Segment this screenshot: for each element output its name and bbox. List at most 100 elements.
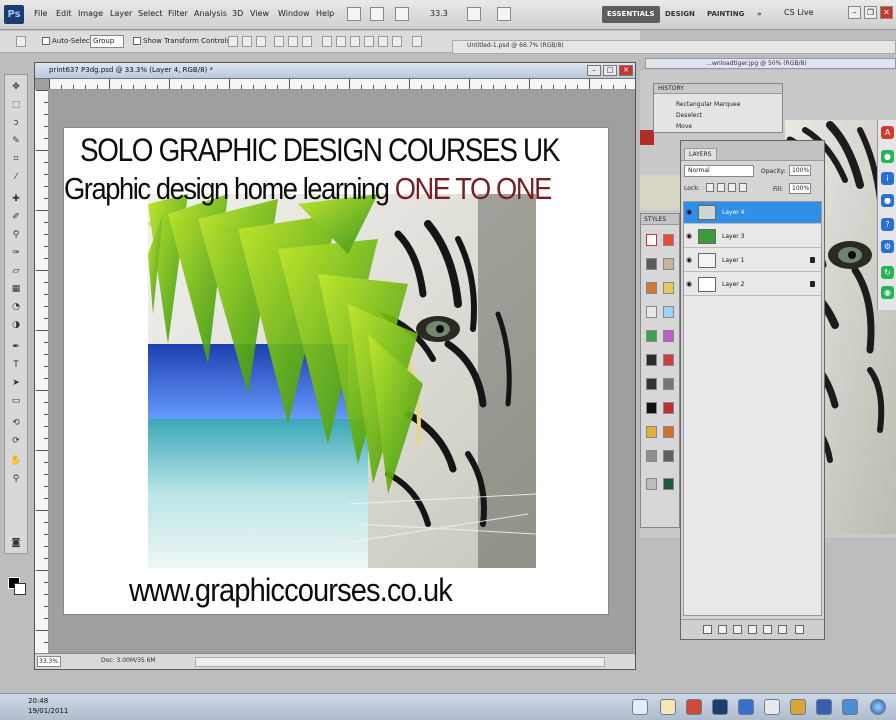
doc-close-icon[interactable]: ✕: [619, 65, 633, 76]
media-taskbar-icon[interactable]: [686, 699, 702, 715]
healing-brush-tool-icon[interactable]: ✚: [9, 193, 23, 206]
settings-icon[interactable]: ⚙: [881, 240, 894, 253]
new-layer-icon[interactable]: [778, 625, 787, 634]
word-taskbar-icon[interactable]: [738, 699, 754, 715]
style-swatch[interactable]: [663, 378, 674, 390]
layer-row-layer-4[interactable]: ◉ Layer 4: [684, 202, 821, 224]
close-icon[interactable]: ✕: [880, 6, 893, 19]
ie-taskbar-icon[interactable]: [842, 699, 858, 715]
style-swatch[interactable]: [663, 258, 674, 270]
align-right-icon[interactable]: [302, 36, 312, 47]
style-swatch[interactable]: [646, 402, 657, 414]
help-icon[interactable]: ?: [881, 218, 894, 231]
horizontal-scrollbar[interactable]: [195, 657, 605, 667]
document-tab-tiger[interactable]: …wnloadtiger.jpg @ 50% (RGB/8): [645, 58, 896, 69]
cs-live-button[interactable]: CS Live: [784, 8, 814, 17]
menu-file[interactable]: File: [34, 9, 47, 18]
menu-3d[interactable]: 3D: [232, 9, 243, 18]
view-extras-icon[interactable]: [395, 7, 409, 21]
explorer-taskbar-icon[interactable]: [632, 699, 648, 715]
doc-minimize-icon[interactable]: –: [587, 65, 601, 76]
style-swatch[interactable]: [663, 478, 674, 490]
style-swatch[interactable]: [663, 402, 674, 414]
layer-row-layer-1[interactable]: ◉ Layer 1: [684, 250, 821, 272]
style-swatch[interactable]: [663, 234, 674, 246]
pen-tool-icon[interactable]: ✒: [9, 341, 23, 354]
visibility-eye-icon[interactable]: ◉: [686, 257, 694, 264]
zoom-level[interactable]: 33.3: [430, 9, 448, 18]
style-swatch[interactable]: [646, 426, 657, 438]
move-tool-icon[interactable]: ✥: [9, 81, 23, 94]
styles-panel-title[interactable]: STYLES: [641, 214, 679, 225]
blue-app-icon[interactable]: ●: [881, 194, 894, 207]
quick-select-tool-icon[interactable]: ✎: [9, 135, 23, 148]
artwork-canvas[interactable]: SOLO GRAPHIC DESIGN COURSES UK Graphic d…: [64, 128, 608, 614]
style-swatch[interactable]: [646, 258, 657, 270]
workspace-essentials[interactable]: ESSENTIALS: [602, 6, 660, 23]
distribute-center-icon[interactable]: [378, 36, 388, 47]
adobe-icon[interactable]: A: [881, 126, 894, 139]
transform-controls-checkbox[interactable]: [133, 37, 141, 45]
style-swatch[interactable]: [646, 330, 657, 342]
marquee-tool-icon[interactable]: ⬚: [9, 99, 23, 112]
adjustment-layer-icon[interactable]: [748, 625, 757, 634]
style-swatch[interactable]: [663, 306, 674, 318]
visibility-eye-icon[interactable]: ◉: [686, 233, 694, 240]
minimize-icon[interactable]: –: [848, 6, 861, 19]
lock-all-icon[interactable]: [739, 183, 747, 192]
auto-align-icon[interactable]: [412, 36, 422, 47]
gradient-tool-icon[interactable]: ▦: [9, 283, 23, 296]
photoshop-taskbar-icon[interactable]: [712, 699, 728, 715]
distribute-left-icon[interactable]: [364, 36, 374, 47]
doc-size-info[interactable]: Doc: 3.00M/35.6M: [101, 657, 156, 664]
menu-filter[interactable]: Filter: [168, 9, 188, 18]
photoshop-logo-icon[interactable]: Ps: [4, 5, 24, 24]
visibility-eye-icon[interactable]: ◉: [686, 209, 694, 216]
style-swatch[interactable]: [663, 426, 674, 438]
app-taskbar-icon[interactable]: [816, 699, 832, 715]
clone-stamp-tool-icon[interactable]: ⚲: [9, 229, 23, 242]
layer-mask-icon[interactable]: [733, 625, 742, 634]
lock-position-icon[interactable]: [728, 183, 736, 192]
more-workspaces[interactable]: »: [752, 6, 767, 23]
doc-zoom-input[interactable]: 33.3%: [37, 656, 61, 667]
align-top-icon[interactable]: [228, 36, 238, 47]
distribute-middle-icon[interactable]: [336, 36, 346, 47]
distribute-right-icon[interactable]: [392, 36, 402, 47]
menu-select[interactable]: Select: [138, 9, 163, 18]
menu-help[interactable]: Help: [316, 9, 334, 18]
ruler-horizontal[interactable]: [49, 79, 635, 90]
workspace-painting[interactable]: PAINTING: [702, 6, 749, 23]
path-select-tool-icon[interactable]: ➤: [9, 377, 23, 390]
folder-taskbar-icon[interactable]: [660, 699, 676, 715]
taskbar-clock[interactable]: 20:48 19/01/2011: [28, 696, 68, 716]
3d-rotate-tool-icon[interactable]: ⟲: [9, 417, 23, 430]
3d-orbit-tool-icon[interactable]: ⟳: [9, 435, 23, 448]
arrange-documents-icon[interactable]: [467, 7, 481, 21]
app-taskbar-icon[interactable]: [764, 699, 780, 715]
start-orb-icon[interactable]: [870, 699, 886, 715]
distribute-top-icon[interactable]: [322, 36, 332, 47]
menu-layer[interactable]: Layer: [110, 9, 132, 18]
style-swatch[interactable]: [663, 450, 674, 462]
distribute-bottom-icon[interactable]: [350, 36, 360, 47]
style-swatch[interactable]: [663, 330, 674, 342]
screen-mode-icon[interactable]: [497, 7, 511, 21]
doc-maximize-icon[interactable]: □: [603, 65, 617, 76]
history-step-move[interactable]: Move: [676, 123, 692, 130]
background-color-swatch[interactable]: [14, 583, 26, 595]
app-taskbar-icon[interactable]: [790, 699, 806, 715]
bridge-icon[interactable]: [347, 7, 361, 21]
auto-select-dropdown[interactable]: Group: [90, 35, 124, 48]
document-titlebar[interactable]: print637 P3dg.psd @ 33.3% (Layer 4, RGB/…: [35, 63, 635, 79]
green-app-icon[interactable]: ●: [881, 150, 894, 163]
zoom-tool-icon[interactable]: ⚲: [9, 473, 23, 486]
align-center-icon[interactable]: [288, 36, 298, 47]
style-swatch[interactable]: [646, 378, 657, 390]
shape-tool-icon[interactable]: ▭: [9, 395, 23, 408]
history-brush-tool-icon[interactable]: ✑: [9, 247, 23, 260]
menu-edit[interactable]: Edit: [56, 9, 72, 18]
fill-input[interactable]: 100%: [789, 183, 811, 194]
workspace-design[interactable]: DESIGN: [660, 6, 700, 23]
type-tool-icon[interactable]: T: [9, 359, 23, 372]
